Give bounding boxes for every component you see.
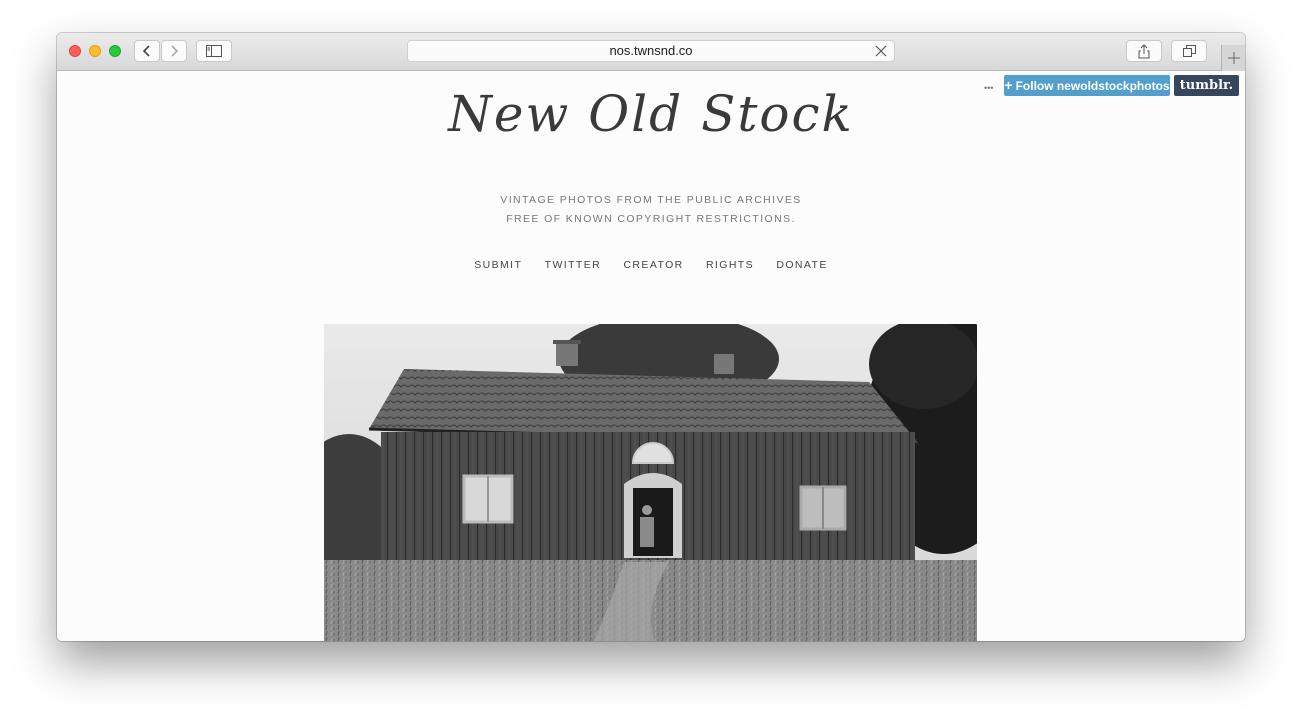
zoom-window-button[interactable] (109, 45, 121, 57)
forward-button[interactable] (161, 40, 187, 62)
sidebar-button[interactable] (196, 40, 232, 62)
sidebar-icon (206, 45, 222, 57)
share-icon (1138, 43, 1150, 58)
close-window-button[interactable] (69, 45, 81, 57)
minimize-window-button[interactable] (89, 45, 101, 57)
title-bar: nos.twnsnd.co (57, 33, 1245, 71)
browser-window: nos.twnsnd.co ••• + Follow newoldstockpho… (57, 33, 1245, 641)
plus-icon (1227, 52, 1240, 64)
nav-submit[interactable]: SUBMIT (474, 259, 522, 271)
tabs-button[interactable] (1171, 40, 1207, 62)
nav-twitter[interactable]: TWITTER (545, 259, 601, 271)
tabs-icon (1182, 44, 1196, 57)
page-content: ••• + Follow newoldstockphotos tumblr. Ne… (57, 71, 1245, 641)
nav-donate[interactable]: DONATE (776, 259, 827, 271)
vintage-house-photo[interactable] (324, 324, 977, 641)
forward-icon (171, 45, 179, 57)
close-icon[interactable] (875, 45, 887, 57)
new-tab-button[interactable] (1221, 45, 1245, 71)
share-button[interactable] (1126, 40, 1162, 62)
address-bar[interactable]: nos.twnsnd.co (407, 40, 895, 62)
back-button[interactable] (134, 40, 160, 62)
site-nav: SUBMIT TWITTER CREATOR RIGHTS DONATE (57, 259, 1245, 271)
back-icon (142, 45, 150, 57)
tagline-line-1: VINTAGE PHOTOS FROM THE PUBLIC ARCHIVES (500, 194, 802, 206)
nav-creator[interactable]: CREATOR (623, 259, 683, 271)
url-text: nos.twnsnd.co (609, 43, 693, 58)
tagline-line-2: FREE OF KNOWN COPYRIGHT RESTRICTIONS. (506, 213, 796, 225)
photo-illustration (324, 324, 977, 641)
site-logo[interactable]: New Old Stock (57, 85, 1245, 143)
nav-rights[interactable]: RIGHTS (706, 259, 754, 271)
